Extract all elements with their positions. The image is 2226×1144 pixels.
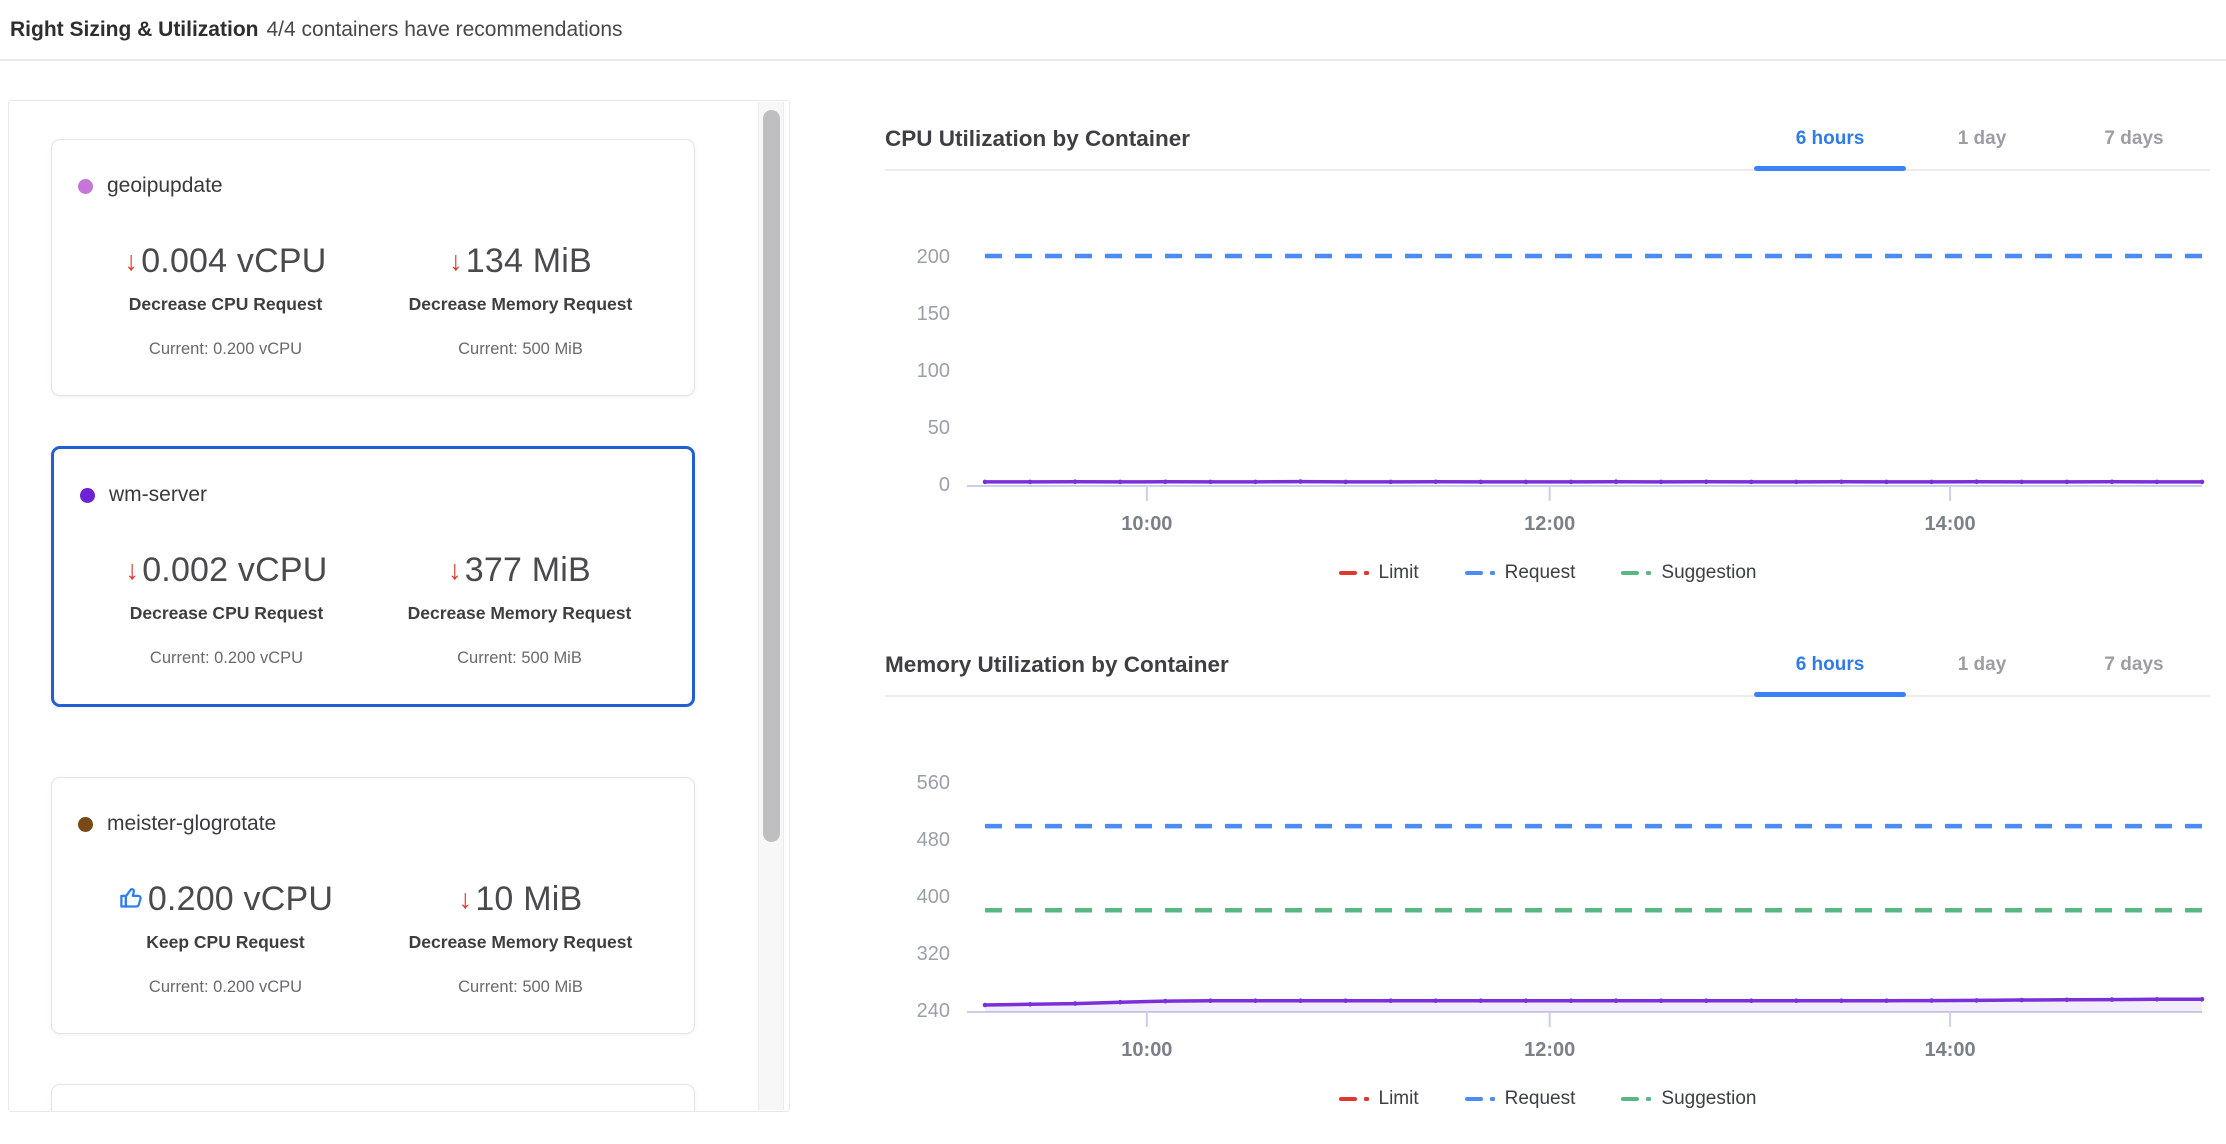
cpu-current-value: Current: 0.200 vCPU [78, 978, 373, 997]
container-card-wm-server[interactable]: wm-server ↓0.002 vCPU Decrease CPU Reque… [51, 446, 695, 707]
cpu-tab-1-day[interactable]: 1 day [1906, 109, 2058, 169]
memory-action-label: Decrease Memory Request [373, 603, 666, 624]
cpu-current-value: Current: 0.200 vCPU [78, 340, 373, 359]
svg-text:150: 150 [917, 303, 950, 325]
cpu-action-label: Decrease CPU Request [80, 603, 373, 624]
container-card-partial[interactable] [51, 1084, 695, 1112]
memory-recommended-value: 10 MiB [475, 880, 582, 918]
cpu-action-label: Decrease CPU Request [78, 294, 373, 315]
svg-text:14:00: 14:00 [1925, 513, 1976, 535]
arrow-down-icon: ↓ [449, 246, 463, 277]
cpu-tab-7-days[interactable]: 7 days [2058, 109, 2210, 169]
svg-text:50: 50 [928, 417, 950, 439]
cpu-recommendation: ↓0.002 vCPU Decrease CPU Request Current… [80, 551, 373, 668]
cpu-chart-block: CPU Utilization by Container 6 hours1 da… [885, 109, 2210, 587]
memory-tab-7-days[interactable]: 7 days [2058, 635, 2210, 695]
memory-current-value: Current: 500 MiB [373, 649, 666, 668]
container-color-dot [80, 488, 95, 503]
svg-text:12:00: 12:00 [1524, 513, 1575, 535]
container-color-dot [78, 817, 93, 832]
memory-recommended-value: 134 MiB [466, 242, 592, 280]
legend-item-request: Request [1465, 1088, 1576, 1110]
container-card-list: geoipupdate ↓0.004 vCPU Decrease CPU Req… [9, 101, 789, 1112]
svg-text:14:00: 14:00 [1925, 1039, 1976, 1061]
legend-item-suggestion: Suggestion [1621, 562, 1756, 584]
cpu-action-label: Keep CPU Request [78, 932, 373, 953]
legend-item-request: Request [1465, 562, 1576, 584]
memory-current-value: Current: 500 MiB [373, 978, 668, 997]
svg-text:400: 400 [917, 886, 950, 908]
svg-text:480: 480 [917, 829, 950, 851]
memory-chart-legend: Limit Request Suggestion [885, 1085, 2210, 1113]
svg-text:10:00: 10:00 [1121, 513, 1172, 535]
svg-text:240: 240 [917, 1000, 950, 1022]
svg-text:560: 560 [917, 772, 950, 794]
container-name: geoipupdate [107, 174, 223, 198]
memory-chart-plot: 560 480 400 320 240 10:00 12:00 14:00 [885, 697, 2210, 1067]
cpu-recommendation: ↓0.004 vCPU Decrease CPU Request Current… [78, 242, 373, 359]
cpu-recommendation: 0.200 vCPU Keep CPU Request Current: 0.2… [78, 880, 373, 997]
legend-item-suggestion: Suggestion [1621, 1088, 1756, 1110]
legend-item-limit: Limit [1339, 1088, 1419, 1110]
memory-tab-1-day[interactable]: 1 day [1906, 635, 2058, 695]
memory-recommendation: ↓10 MiB Decrease Memory Request Current:… [373, 880, 668, 997]
memory-chart-title: Memory Utilization by Container [885, 652, 1229, 678]
container-card-meister-glogrotate[interactable]: meister-glogrotate 0.200 vCPU Keep CPU R… [51, 777, 695, 1034]
cpu-chart-timerange-tabs: 6 hours1 day7 days [1754, 109, 2210, 169]
memory-recommendation: ↓134 MiB Decrease Memory Request Current… [373, 242, 668, 359]
cpu-chart-legend: Limit Request Suggestion [885, 559, 2210, 587]
svg-text:200: 200 [917, 246, 950, 268]
cpu-recommended-value: 0.200 vCPU [148, 880, 333, 918]
scrollbar-thumb[interactable] [763, 110, 780, 842]
container-list-panel: geoipupdate ↓0.004 vCPU Decrease CPU Req… [8, 100, 790, 1112]
svg-text:320: 320 [917, 943, 950, 965]
cpu-recommended-value: 0.002 vCPU [142, 551, 327, 589]
container-name: meister-glogrotate [107, 812, 276, 836]
memory-recommendation: ↓377 MiB Decrease Memory Request Current… [373, 551, 666, 668]
scrollbar-track[interactable] [758, 102, 784, 1110]
cpu-tab-6-hours[interactable]: 6 hours [1754, 109, 1906, 169]
charts-column: CPU Utilization by Container 6 hours1 da… [885, 61, 2210, 1113]
container-name: wm-server [109, 483, 207, 507]
memory-chart-timerange-tabs: 6 hours1 day7 days [1754, 635, 2210, 695]
svg-text:10:00: 10:00 [1121, 1039, 1172, 1061]
right-sizing-page: Right Sizing & Utilization 4/4 container… [0, 0, 2226, 1144]
svg-text:0: 0 [939, 474, 950, 496]
cpu-chart-title: CPU Utilization by Container [885, 126, 1190, 152]
cpu-current-value: Current: 0.200 vCPU [80, 649, 373, 668]
legend-item-limit: Limit [1339, 562, 1419, 584]
page-title: Right Sizing & Utilization [10, 18, 258, 42]
arrow-down-icon: ↓ [448, 555, 462, 586]
cpu-chart-plot: 200 150 100 50 0 10:00 12:00 14:00 [885, 171, 2210, 541]
memory-action-label: Decrease Memory Request [373, 294, 668, 315]
svg-text:12:00: 12:00 [1524, 1039, 1575, 1061]
svg-text:100: 100 [917, 360, 950, 382]
thumbs-up-icon [118, 880, 145, 919]
memory-recommended-value: 377 MiB [465, 551, 591, 589]
memory-action-label: Decrease Memory Request [373, 932, 668, 953]
container-card-geoipupdate[interactable]: geoipupdate ↓0.004 vCPU Decrease CPU Req… [51, 139, 695, 396]
arrow-down-icon: ↓ [124, 246, 138, 277]
container-color-dot [78, 179, 93, 194]
memory-current-value: Current: 500 MiB [373, 340, 668, 359]
page-subtitle: 4/4 containers have recommendations [266, 18, 622, 42]
arrow-down-icon: ↓ [125, 555, 139, 586]
memory-tab-6-hours[interactable]: 6 hours [1754, 635, 1906, 695]
cpu-recommended-value: 0.004 vCPU [141, 242, 326, 280]
page-header: Right Sizing & Utilization 4/4 container… [0, 0, 2226, 61]
memory-chart-block: Memory Utilization by Container 6 hours1… [885, 635, 2210, 1113]
arrow-down-icon: ↓ [459, 884, 473, 915]
